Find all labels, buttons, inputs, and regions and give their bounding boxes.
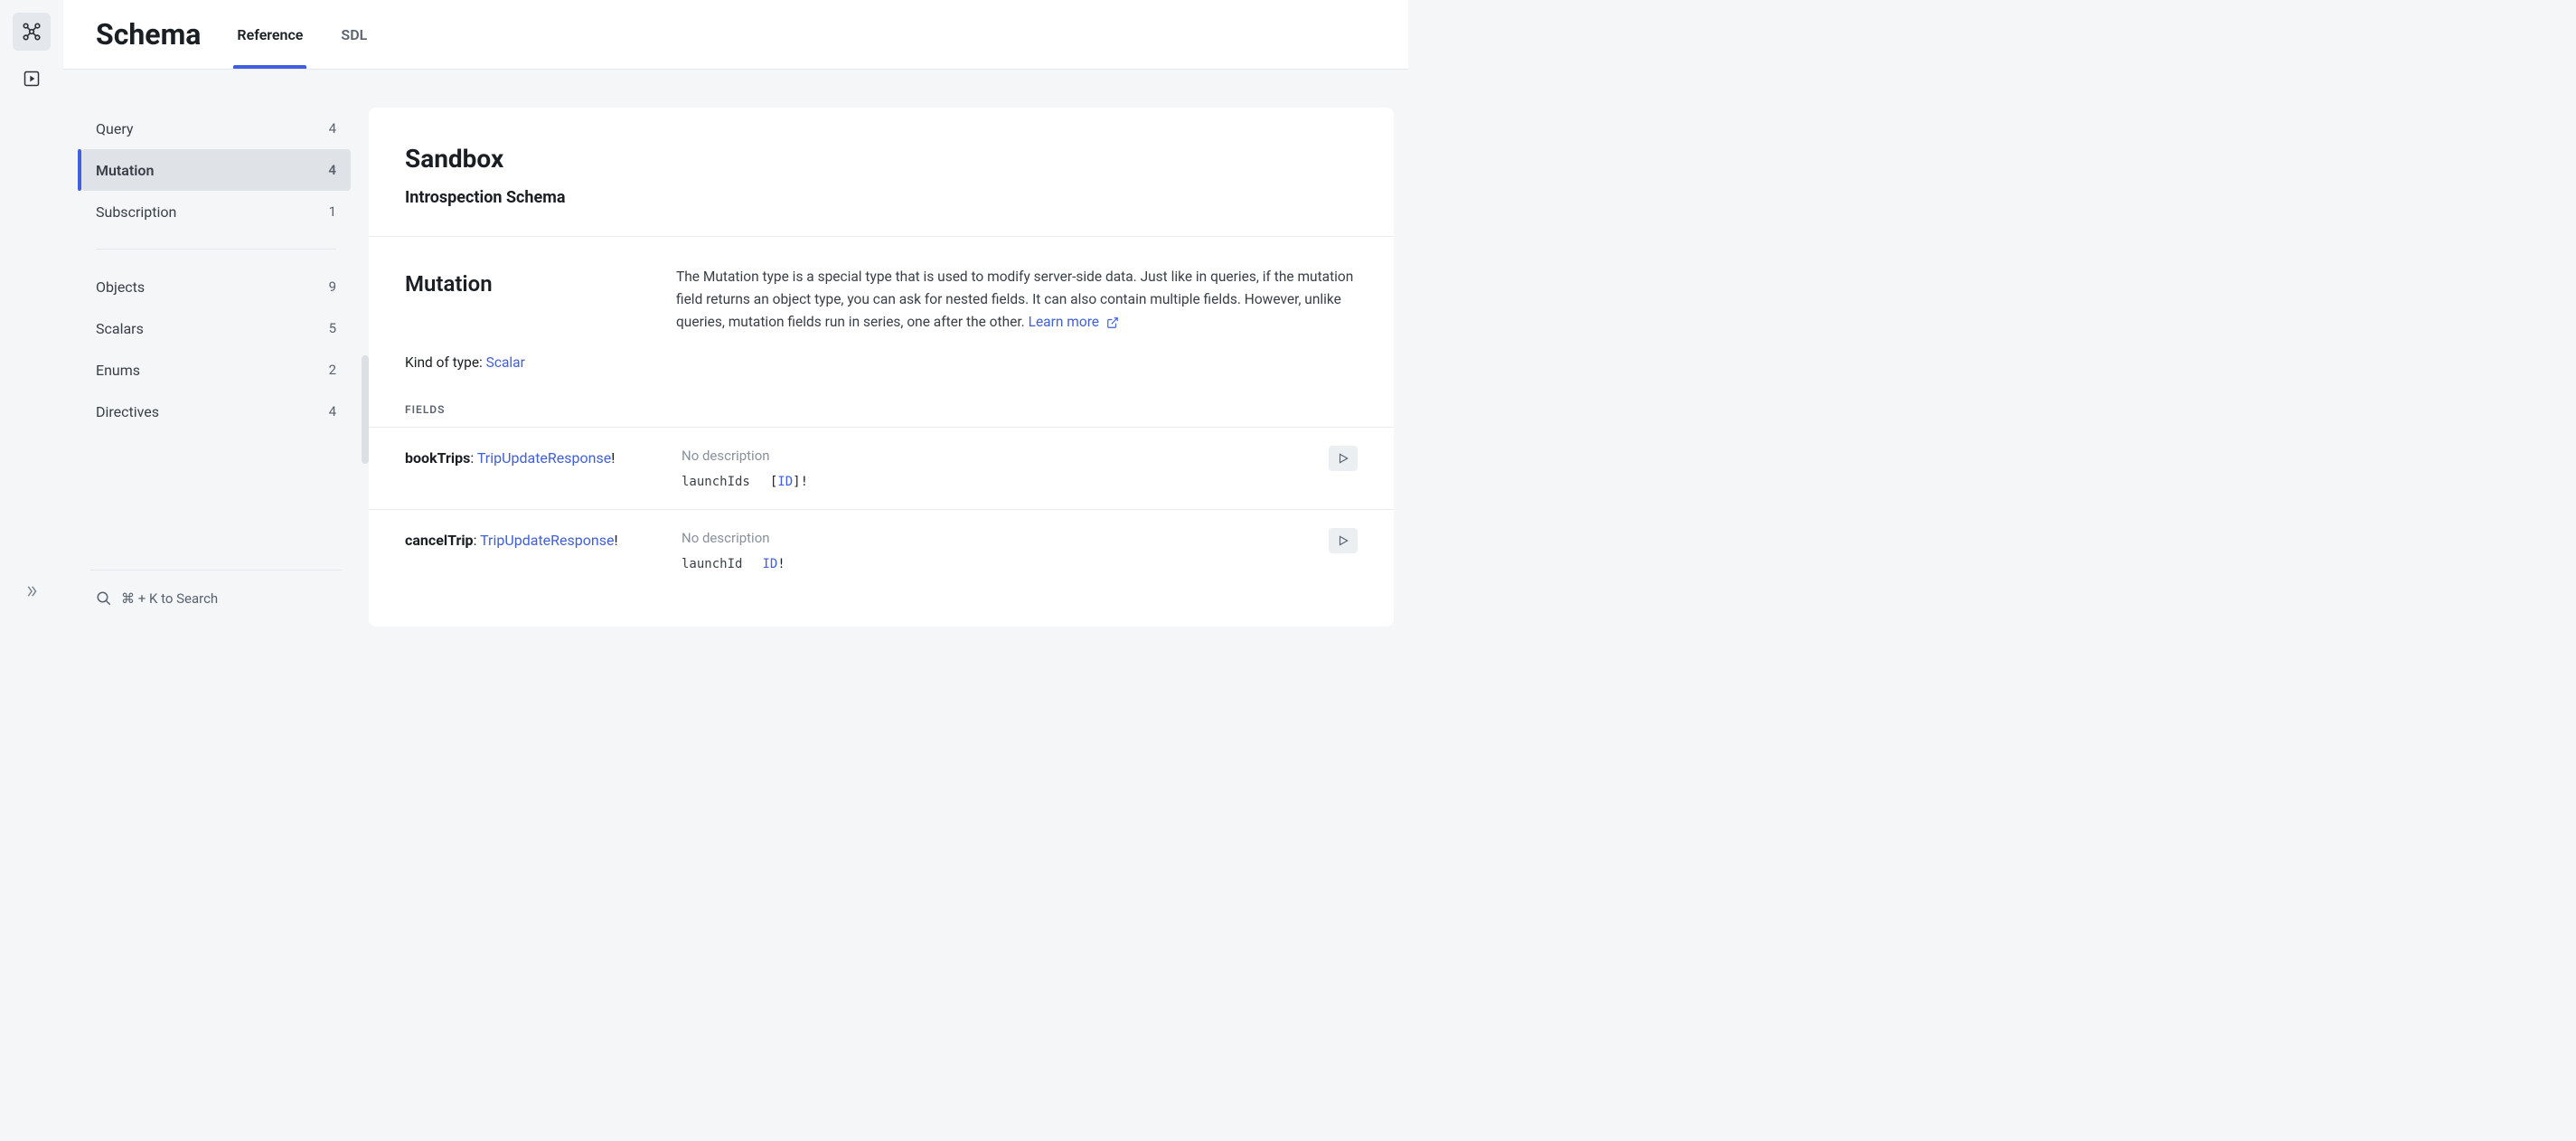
sidebar-item-label: Scalars bbox=[96, 320, 144, 337]
sidebar-item-count: 5 bbox=[329, 320, 336, 336]
search-icon bbox=[96, 590, 112, 607]
header-bar: Schema Reference SDL bbox=[63, 0, 1408, 70]
kind-link[interactable]: Scalar bbox=[486, 354, 525, 371]
field-row: cancelTrip: TripUpdateResponse! No descr… bbox=[405, 510, 1358, 591]
fields-heading: FIELDS bbox=[405, 403, 1358, 416]
search-placeholder: ⌘ + K to Search bbox=[121, 590, 218, 607]
sidebar-item-count: 4 bbox=[328, 162, 336, 178]
expand-rail-button[interactable] bbox=[0, 583, 63, 599]
type-name-heading: Mutation bbox=[405, 266, 640, 333]
field-body: No description launchIds [ID]! bbox=[682, 448, 1358, 489]
type-description: The Mutation type is a special type that… bbox=[676, 266, 1358, 333]
arg-type: ID! bbox=[762, 557, 785, 571]
field-argument: launchIds [ID]! bbox=[682, 475, 1358, 489]
page-title: Schema bbox=[96, 17, 201, 52]
sidebar-item-count: 2 bbox=[329, 362, 336, 378]
sidebar-item-enums[interactable]: Enums 2 bbox=[81, 349, 351, 391]
field-name: cancelTrip bbox=[405, 532, 474, 549]
schema-sidebar: Query 4 Mutation 4 Subscription 1 Object… bbox=[63, 70, 369, 627]
external-link-icon bbox=[1106, 316, 1119, 329]
sidebar-item-mutation[interactable]: Mutation 4 bbox=[81, 149, 351, 191]
sidebar-item-label: Subscription bbox=[96, 203, 176, 221]
schema-nav-icon[interactable] bbox=[13, 13, 51, 51]
sidebar-item-label: Directives bbox=[96, 403, 159, 420]
search-trigger[interactable]: ⌘ + K to Search bbox=[81, 570, 351, 627]
header-tabs: Reference SDL bbox=[233, 0, 401, 69]
sidebar-scrollbar[interactable] bbox=[362, 355, 369, 464]
kind-of-type: Kind of type: Scalar bbox=[405, 354, 1358, 371]
field-argument: launchId ID! bbox=[682, 557, 1358, 571]
tab-sdl[interactable]: SDL bbox=[337, 0, 371, 69]
sidebar-item-label: Enums bbox=[96, 362, 140, 379]
content-panel: Sandbox Introspection Schema Mutation Th… bbox=[369, 108, 1394, 627]
field-signature: cancelTrip: TripUpdateResponse! bbox=[405, 530, 682, 552]
arg-type-link[interactable]: ID bbox=[762, 557, 777, 571]
icon-rail bbox=[0, 0, 63, 627]
run-field-button[interactable] bbox=[1329, 446, 1358, 471]
field-return-type-link[interactable]: TripUpdateResponse bbox=[480, 532, 614, 549]
sidebar-item-subscription[interactable]: Subscription 1 bbox=[81, 191, 351, 232]
field-signature: bookTrips: TripUpdateResponse! bbox=[405, 448, 682, 469]
sidebar-item-label: Mutation bbox=[96, 162, 154, 179]
content-subtitle: Introspection Schema bbox=[405, 188, 1358, 207]
tab-reference[interactable]: Reference bbox=[233, 0, 306, 69]
content-title: Sandbox bbox=[405, 144, 1358, 174]
explorer-nav-icon[interactable] bbox=[13, 60, 51, 98]
run-field-button[interactable] bbox=[1329, 528, 1358, 553]
sidebar-item-label: Query bbox=[96, 120, 133, 137]
field-return-type-link[interactable]: TripUpdateResponse bbox=[477, 449, 611, 467]
learn-more-link[interactable]: Learn more bbox=[1029, 314, 1119, 330]
field-description: No description bbox=[682, 530, 1358, 546]
sidebar-divider bbox=[96, 249, 336, 250]
field-row: bookTrips: TripUpdateResponse! No descri… bbox=[405, 428, 1358, 509]
sidebar-item-count: 9 bbox=[329, 278, 336, 295]
sidebar-item-objects[interactable]: Objects 9 bbox=[81, 266, 351, 307]
arg-type-link[interactable]: ID bbox=[777, 475, 793, 489]
arg-type: [ID]! bbox=[770, 475, 808, 489]
content-divider bbox=[369, 236, 1394, 237]
arg-name: launchIds bbox=[682, 475, 750, 489]
sidebar-item-count: 4 bbox=[329, 403, 336, 420]
sidebar-item-count: 4 bbox=[329, 120, 336, 137]
sidebar-item-directives[interactable]: Directives 4 bbox=[81, 391, 351, 432]
sidebar-item-label: Objects bbox=[96, 278, 145, 296]
arg-name: launchId bbox=[682, 557, 742, 571]
field-name: bookTrips bbox=[405, 449, 470, 467]
sidebar-item-count: 1 bbox=[329, 203, 336, 220]
field-body: No description launchId ID! bbox=[682, 530, 1358, 571]
sidebar-item-scalars[interactable]: Scalars 5 bbox=[81, 307, 351, 349]
sidebar-item-query[interactable]: Query 4 bbox=[81, 108, 351, 149]
field-description: No description bbox=[682, 448, 1358, 464]
